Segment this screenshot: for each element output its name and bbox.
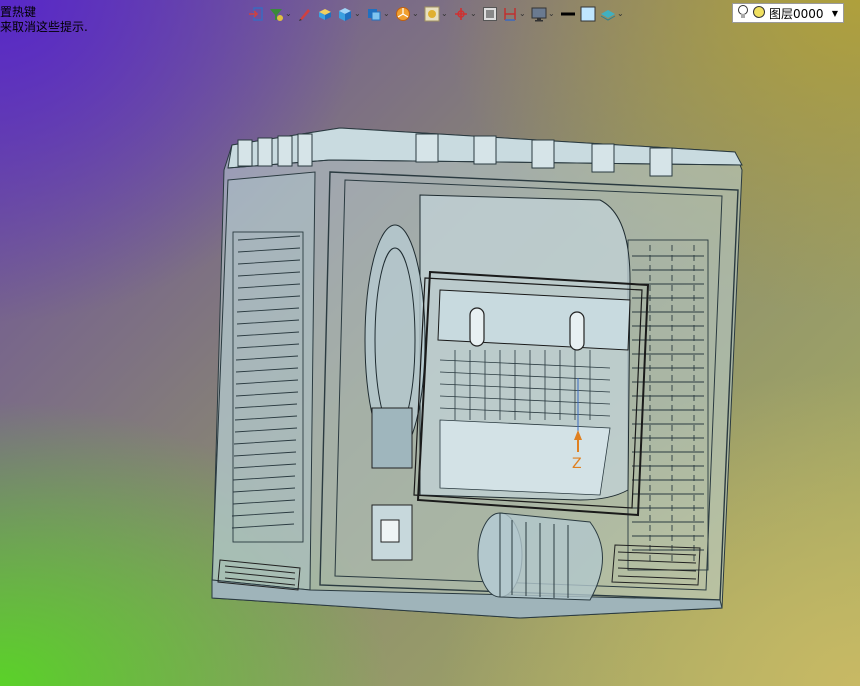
3d-viewport[interactable]: 置热键 来取消这些提示. ⌄ ⌄ ⌄ ⌄ ⌄ ⌄ ⌄ ⌄ ⌄ 图层0000 ▼ …	[0, 0, 860, 686]
switch-box	[371, 504, 413, 561]
cad-model[interactable]: Z	[0, 0, 860, 686]
cutout	[371, 407, 413, 469]
motor	[477, 512, 603, 601]
z-axis-label: Z	[572, 456, 582, 472]
